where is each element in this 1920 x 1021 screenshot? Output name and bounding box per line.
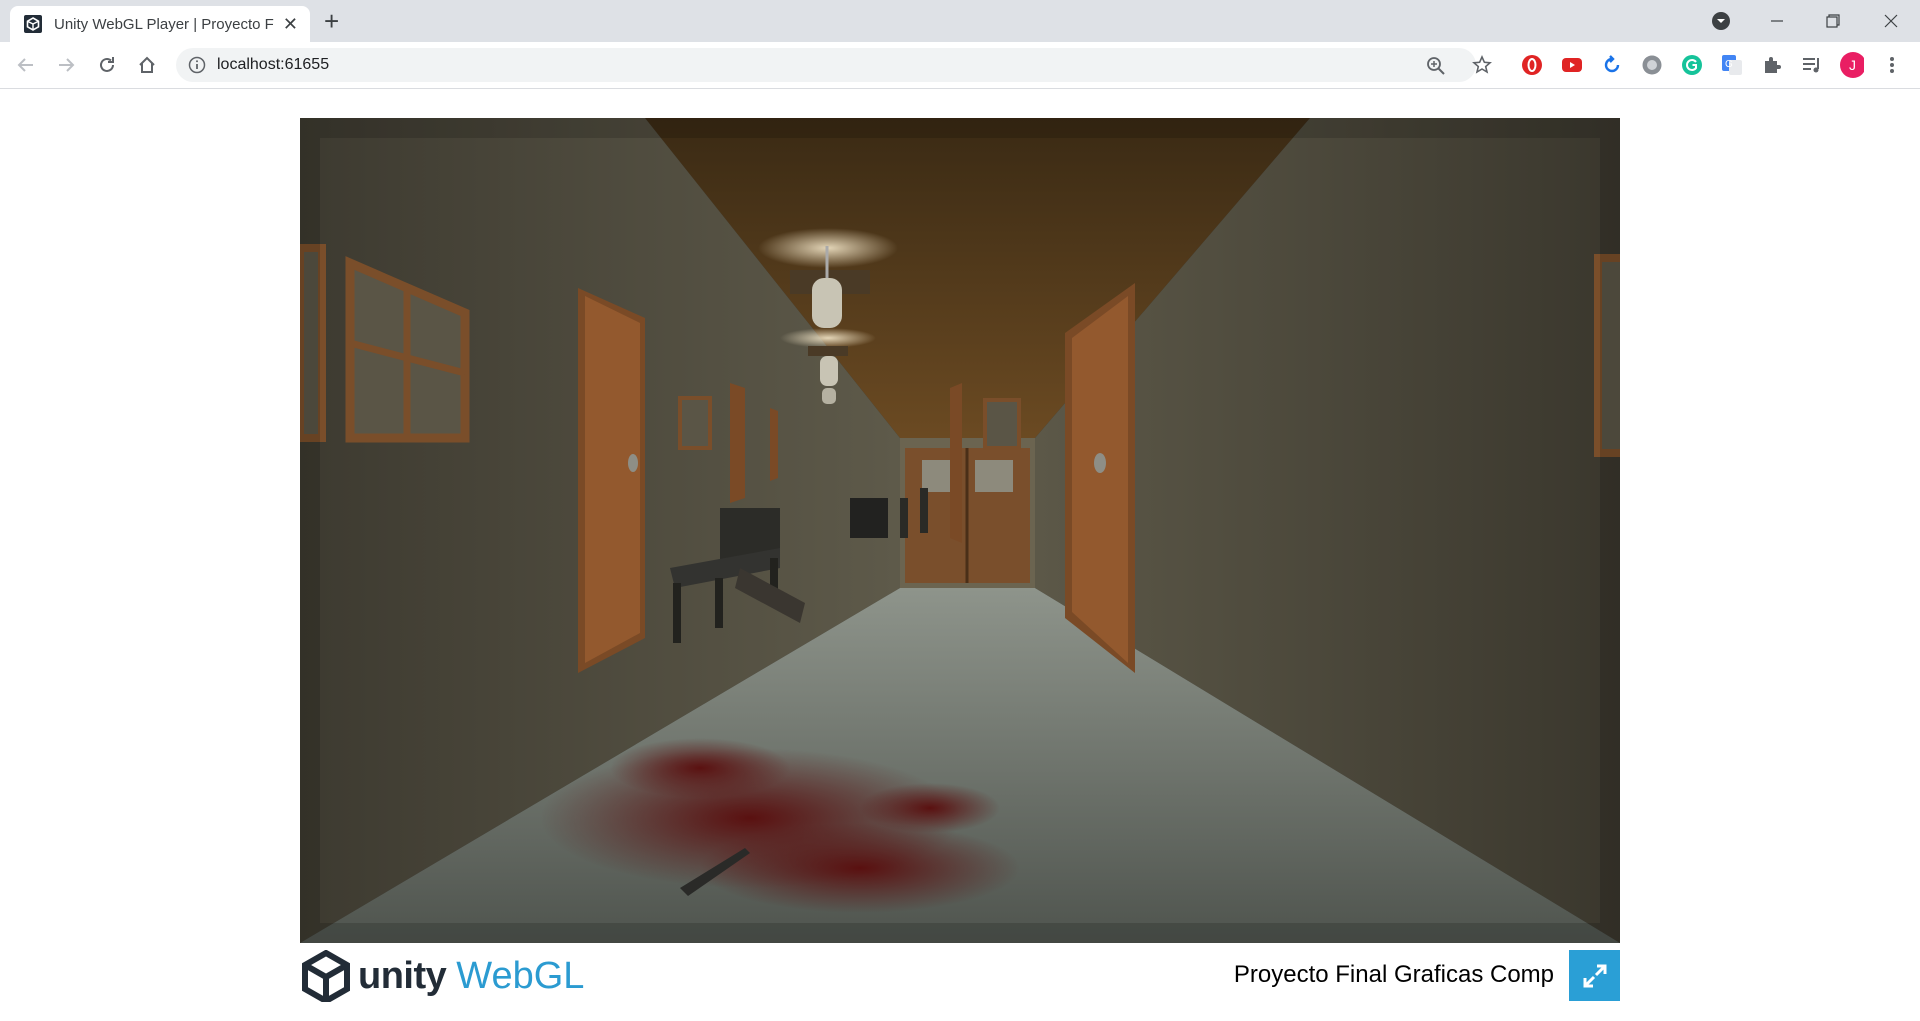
- unity-footer: unity WebGL Proyecto Final Graficas Comp: [300, 943, 1620, 1003]
- reload-icon[interactable]: [93, 51, 121, 79]
- grammarly-icon[interactable]: [1680, 53, 1704, 77]
- bookmark-star-icon[interactable]: [1470, 53, 1494, 77]
- tab-strip: Unity WebGL Player | Proyecto Final Graf…: [0, 0, 1920, 42]
- forward-icon[interactable]: [52, 51, 80, 79]
- url-text: localhost:61655: [217, 56, 330, 73]
- svg-text:J: J: [1849, 57, 1856, 73]
- unity-logo-icon: [302, 950, 350, 1002]
- unity-game-canvas[interactable]: [300, 118, 1620, 943]
- extensions-puzzle-icon[interactable]: [1760, 53, 1784, 77]
- google-translate-icon[interactable]: G: [1720, 53, 1744, 77]
- tab-title: Unity WebGL Player | Proyecto Final Graf…: [54, 15, 274, 33]
- svg-text:G: G: [1725, 59, 1733, 70]
- home-icon[interactable]: [133, 51, 161, 79]
- fullscreen-button[interactable]: [1569, 950, 1620, 1001]
- fullscreen-icon: [1583, 964, 1606, 987]
- back-icon[interactable]: [12, 51, 40, 79]
- tab-close-icon[interactable]: ✕: [283, 14, 298, 34]
- media-control-icon[interactable]: [1800, 53, 1824, 77]
- close-window-icon[interactable]: [1866, 0, 1916, 42]
- logo-unity-text: unity: [358, 954, 447, 997]
- logo-webgl-text: WebGL: [456, 954, 585, 997]
- game-scene: [300, 118, 1620, 943]
- site-info-icon[interactable]: [188, 56, 206, 74]
- unity-webgl-logo: unity WebGL: [300, 950, 585, 1002]
- unity-favicon-icon: [24, 15, 42, 33]
- address-bar[interactable]: localhost:61655: [176, 48, 1476, 82]
- profile-avatar[interactable]: J: [1840, 52, 1864, 78]
- restore-icon[interactable]: [1808, 0, 1858, 42]
- zoom-icon[interactable]: [1426, 56, 1445, 75]
- gray-extension-icon[interactable]: [1640, 53, 1664, 77]
- refresh-extension-icon[interactable]: [1600, 53, 1624, 77]
- chrome-menu-icon[interactable]: [1880, 53, 1904, 77]
- box: [850, 498, 888, 538]
- right-door: [1065, 283, 1135, 673]
- new-tab-button[interactable]: +: [324, 8, 339, 34]
- youtube-extension-icon[interactable]: [1560, 53, 1584, 77]
- minimize-icon[interactable]: [1752, 0, 1802, 42]
- left-door: [578, 288, 645, 673]
- opera-adblock-icon[interactable]: [1520, 53, 1544, 77]
- browser-tab[interactable]: Unity WebGL Player | Proyecto Final Graf…: [10, 6, 310, 42]
- project-title: Proyecto Final Graficas Comp: [1233, 961, 1554, 988]
- browser-toolbar: localhost:61655 G J: [0, 42, 1920, 89]
- tab-search-icon[interactable]: [1696, 0, 1746, 42]
